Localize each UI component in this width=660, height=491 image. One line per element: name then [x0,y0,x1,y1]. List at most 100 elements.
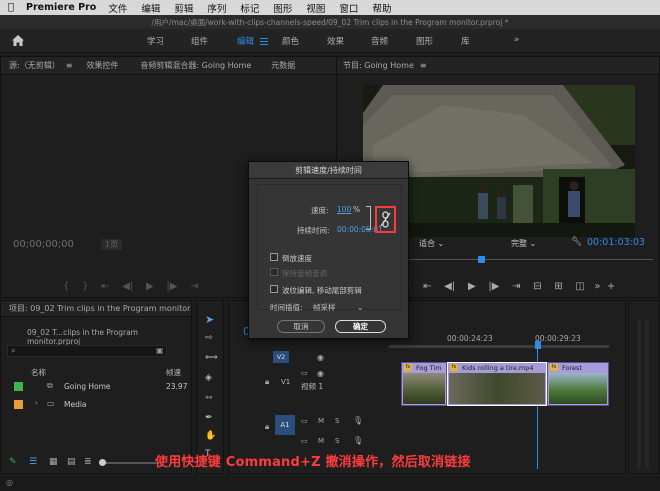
pencil-icon[interactable]: ✎ [9,457,17,467]
pen-tool-icon[interactable]: ✒ [205,413,213,423]
timeline-clip[interactable]: fx Fog Tim [401,362,447,406]
workspace-more-button[interactable]: » [514,35,519,45]
selection-tool-icon[interactable]: ➤ [205,313,214,326]
workspace-menu-icon[interactable] [260,38,268,45]
col-header-name[interactable]: 名称 [31,367,46,378]
source-timecode[interactable]: 00;00;00;00 [13,239,74,250]
icon-view-icon[interactable]: ▦ [49,457,58,467]
workspace-tab-learn[interactable]: 学习 [147,35,164,47]
track-target-a1[interactable]: A1 [275,415,295,435]
solo-button[interactable]: S [335,437,339,445]
menu-edit[interactable]: 编辑 [141,1,160,15]
fx-badge: fx [404,364,412,371]
list-item[interactable]: › ▭ Media [1,397,193,411]
search-icon: ⌕ [11,346,16,355]
sync-lock-icon[interactable]: ▭ [301,369,308,377]
program-menu-icon[interactable]: ≡ [420,61,427,70]
timeline-ruler[interactable] [389,345,609,348]
menu-help[interactable]: 帮助 [372,1,391,15]
speed-label: 速度: [311,206,329,215]
apple-icon[interactable]:  [8,2,18,13]
razor-tool-icon[interactable]: ◈ [205,373,212,383]
app-name[interactable]: Premiere Pro [26,2,96,13]
track-target-v2[interactable]: V2 [273,351,289,363]
program-controls-row: 适合 ⌄ 完整 ⌄ 🔧︎ 00:01:03:03 [377,237,653,250]
sync-lock-icon[interactable]: ▭ [301,437,308,445]
track-select-tool-icon[interactable]: ⇨ [205,333,213,343]
microphone-icon[interactable]: 🎙︎ [353,436,363,445]
new-bin-icon[interactable]: ▣ [156,346,164,355]
ripple-edit-checkbox[interactable] [270,285,278,293]
program-scrub-bar[interactable] [373,259,653,260]
program-transport-controls[interactable]: | ⇤ ◀| ▶ |▶ ⇥ ⊟ ⊞ ◫ » + [407,281,615,292]
program-monitor-title[interactable]: 节目: Going Home [343,60,414,71]
col-header-rate[interactable]: 帧速 [166,367,181,378]
unlink-chain-icon[interactable] [380,211,391,228]
panel-menu-icon[interactable]: ≡ [66,61,73,70]
lock-icon[interactable]: 🔒︎ [265,422,269,432]
audio-meter-panel [628,300,660,474]
list-view-icon[interactable]: ☰ [29,457,37,467]
track-name-v1: 视频 1 [301,382,324,391]
maintain-pitch-checkbox[interactable] [270,268,278,276]
freeform-view-icon[interactable]: ▤ [67,457,76,467]
tab-metadata[interactable]: 元数据 [271,60,295,71]
menu-sequence[interactable]: 序列 [207,1,226,15]
workspace-tab-editing[interactable]: 编辑 [237,35,254,47]
time-interp-label: 时间插值: [270,303,303,312]
quality-dropdown[interactable]: 完整 ⌄ [511,238,536,249]
mute-button[interactable]: M [318,417,324,425]
workspace-tab-effects[interactable]: 效果 [327,35,344,47]
label-color-swatch[interactable] [14,382,23,391]
timeline-clip[interactable]: fx Kids rolling a tire.mp4 [447,362,547,406]
chevron-right-icon[interactable]: › [35,399,38,407]
workspace-tab-libraries[interactable]: 库 [461,35,470,47]
ripple-edit-tool-icon[interactable]: ⟺ [205,353,218,363]
menu-clip[interactable]: 剪辑 [174,1,193,15]
eye-icon[interactable]: ◉ [317,369,324,378]
cancel-button[interactable]: 取消 [277,320,325,333]
track-id-v1[interactable]: V1 [281,378,290,386]
sync-lock-icon[interactable]: ▭ [301,417,308,425]
label-color-swatch[interactable] [14,400,23,409]
ok-button[interactable]: 确定 [335,320,386,333]
tab-effect-controls[interactable]: 效果控件 [86,60,118,71]
zoom-slider-handle[interactable] [99,459,106,466]
eye-icon[interactable]: ◉ [317,353,324,362]
tab-audio-clip-mixer[interactable]: 音频剪辑混合器: Going Home [140,60,251,71]
time-interp-select[interactable]: 帧采样 ⌄ [313,302,363,313]
home-icon[interactable] [11,34,25,47]
slip-tool-icon[interactable]: ⇿ [205,393,213,403]
workspace-tab-graphics[interactable]: 图形 [416,35,433,47]
microphone-icon[interactable]: 🎙︎ [353,416,363,425]
program-playhead[interactable] [478,256,485,263]
speed-input[interactable]: 100 [337,205,351,214]
timeline-clip[interactable]: fx Forest [547,362,609,406]
workspace-tab-assembly[interactable]: 组件 [191,35,208,47]
source-page-select[interactable]: 1页 [101,239,123,250]
menu-markers[interactable]: 标记 [240,1,259,15]
solo-button[interactable]: S [335,417,339,425]
workspace-tab-audio[interactable]: 音频 [371,35,388,47]
lock-icon[interactable]: 🔒︎ [265,377,269,387]
timeline-playhead[interactable] [535,341,541,349]
list-item[interactable]: ⧉ Going Home 23.97 [1,379,193,393]
program-timecode[interactable]: 00:01:03:03 [587,237,645,248]
tab-source[interactable]: 源:（无剪辑） [9,60,60,71]
zoom-slider[interactable] [99,462,159,464]
menu-graphics[interactable]: 图形 [273,1,292,15]
wrench-icon[interactable]: 🔧︎ [571,237,582,247]
menu-window[interactable]: 窗口 [339,1,358,15]
sort-icon[interactable]: ≣ [84,457,92,467]
audio-meter-right [645,319,649,469]
mute-button[interactable]: M [318,437,324,445]
project-panel-title[interactable]: 项目: 09_02 Trim clips in the Program moni… [9,303,190,314]
fit-dropdown[interactable]: 适合 ⌄ [419,238,444,249]
menu-view[interactable]: 视图 [306,1,325,15]
reverse-speed-checkbox[interactable] [270,253,278,261]
hand-tool-icon[interactable]: ✋ [205,431,216,441]
workspace-tab-color[interactable]: 颜色 [282,35,299,47]
project-search-input[interactable]: ⌕ [7,345,167,357]
fx-badge: fx [550,364,558,371]
menu-file[interactable]: 文件 [108,1,127,15]
